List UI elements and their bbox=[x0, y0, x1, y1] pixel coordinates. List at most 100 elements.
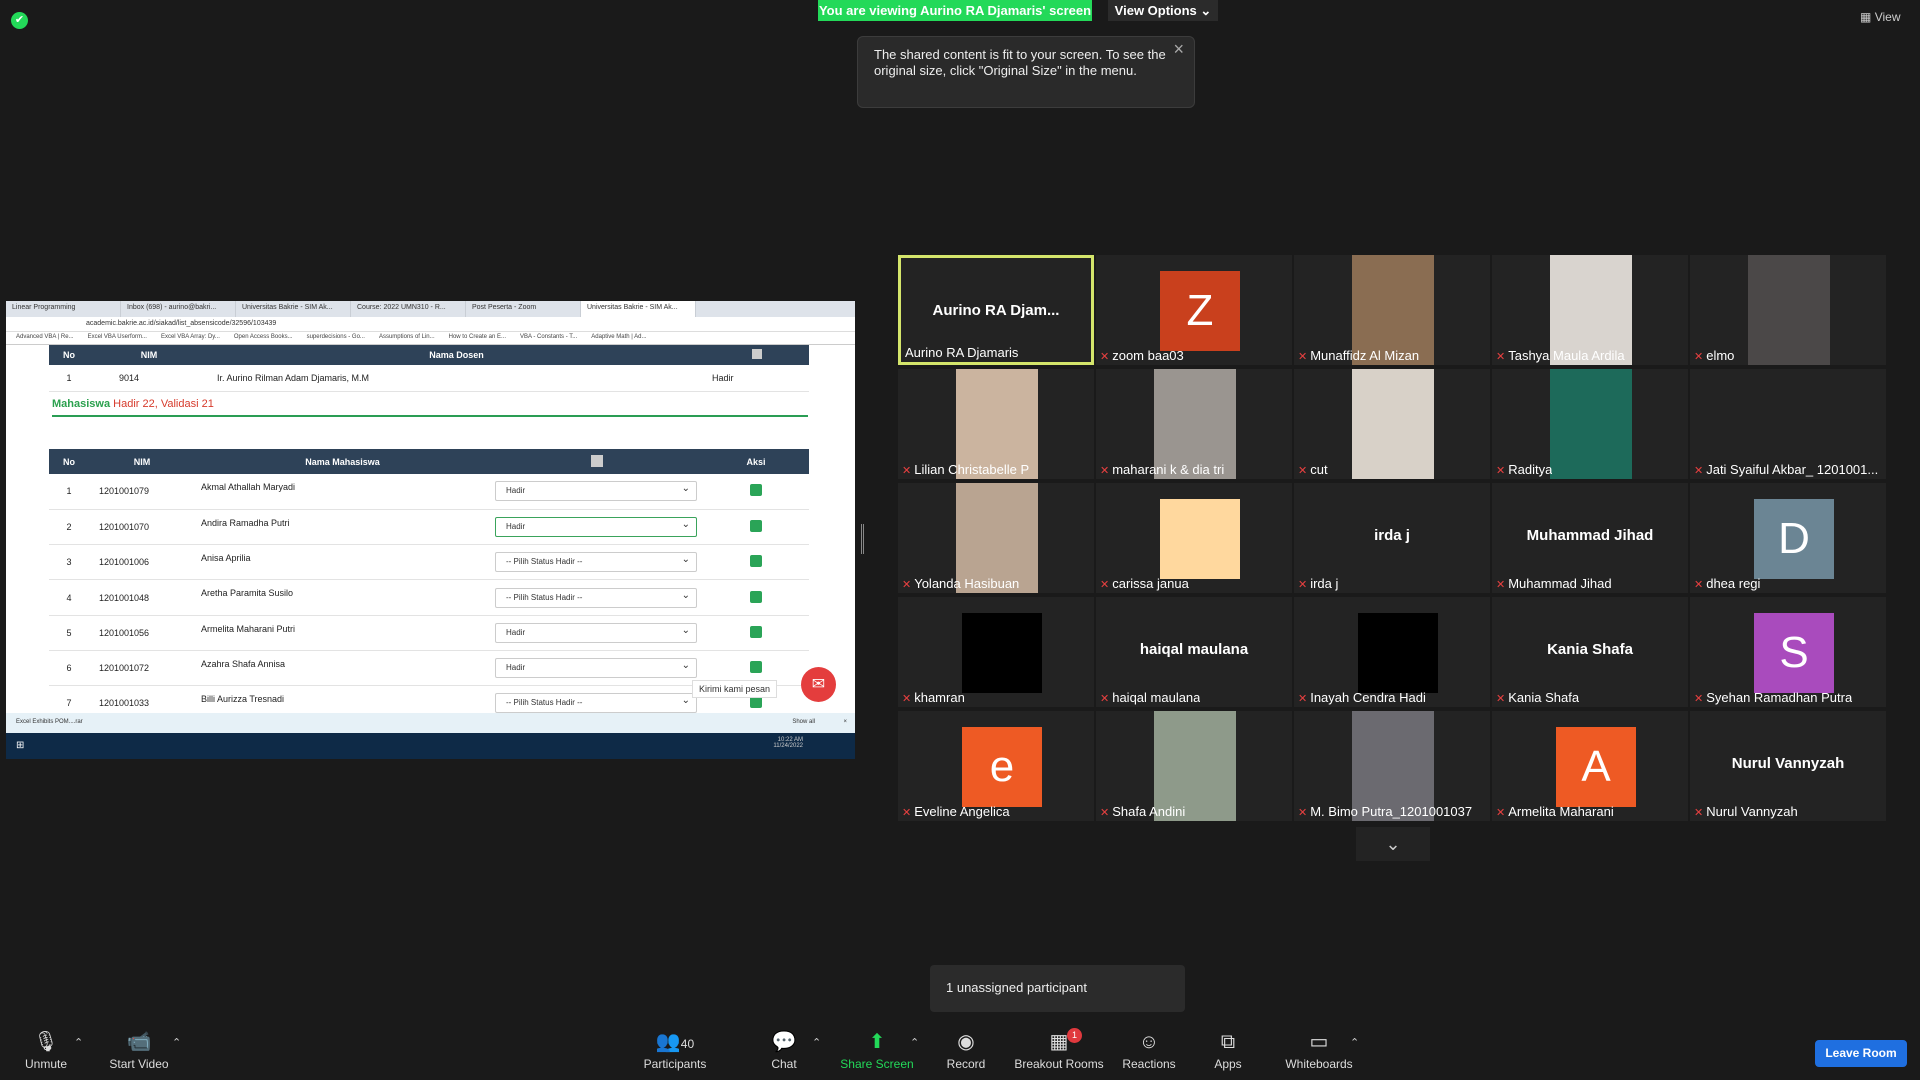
col-header-checkbox[interactable] bbox=[704, 345, 809, 365]
bookmark[interactable]: Assumptions of Lin... bbox=[379, 334, 435, 342]
save-icon[interactable] bbox=[750, 484, 762, 497]
status-select[interactable]: -- Pilih Status Hadir -- bbox=[495, 587, 697, 608]
participant-name: ✕ Syehan Ramadhan Putra bbox=[1694, 690, 1852, 705]
save-icon[interactable] bbox=[750, 590, 762, 603]
whiteboards-label: Whiteboards bbox=[1285, 1057, 1353, 1071]
cell: Hadir bbox=[704, 365, 809, 392]
col-header-checkbox[interactable] bbox=[490, 449, 703, 474]
participant-tile[interactable]: haiqal maulana ✕ haiqal maulana bbox=[1096, 597, 1292, 707]
participant-tile[interactable]: ✕ elmo bbox=[1690, 255, 1886, 365]
apps-button[interactable]: ⧉ Apps bbox=[1208, 1030, 1248, 1075]
view-button[interactable]: ▦ View bbox=[1860, 10, 1900, 24]
participant-tile[interactable]: ✕ Munaffidz Al Mizan bbox=[1294, 255, 1490, 365]
save-icon[interactable] bbox=[750, 696, 762, 709]
participant-tile[interactable]: ✕ M. Bimo Putra_1201001037 bbox=[1294, 711, 1490, 821]
status-select[interactable]: -- Pilih Status Hadir -- bbox=[495, 692, 697, 713]
participant-tile[interactable]: A ✕ Armelita Maharani bbox=[1492, 711, 1688, 821]
chat-button[interactable]: 💬 Chat bbox=[766, 1030, 802, 1075]
browser-tab[interactable]: Universitas Bakrie - SIM Ak... bbox=[236, 301, 351, 317]
status-select[interactable]: Hadir bbox=[495, 657, 697, 679]
participant-name: ✕ elmo bbox=[1694, 348, 1734, 363]
bookmark[interactable]: Adaptive Math | Ad... bbox=[591, 334, 646, 342]
start-video-button[interactable]: 📹 Start Video bbox=[104, 1030, 174, 1075]
splitter-handle[interactable] bbox=[861, 524, 864, 554]
table-row: 3 1201001006 Anisa Aprilia -- Pilih Stat… bbox=[49, 544, 809, 581]
participant-tile[interactable]: ✕ maharani k & dia tri bbox=[1096, 369, 1292, 479]
whiteboards-button[interactable]: ▭ Whiteboards bbox=[1280, 1030, 1358, 1075]
close-icon[interactable]: × bbox=[1173, 40, 1184, 58]
dosen-table: No NIM Nama Dosen 1 9014 Ir. Aurino Rilm… bbox=[49, 345, 809, 392]
participant-tile[interactable]: D ✕ dhea regi bbox=[1690, 483, 1886, 593]
status-select[interactable]: Hadir bbox=[495, 516, 697, 537]
browser-tab[interactable]: Post Peserta - Zoom bbox=[466, 301, 581, 317]
save-icon[interactable] bbox=[750, 519, 762, 532]
close-icon[interactable]: × bbox=[843, 719, 847, 725]
participant-tile[interactable]: ✕ Inayah Cendra Hadi bbox=[1294, 597, 1490, 707]
whiteboard-options-caret-icon[interactable]: ⌃ bbox=[1350, 1036, 1359, 1049]
participant-tile[interactable]: ✕ Lilian Christabelle P bbox=[898, 369, 1094, 479]
browser-tab[interactable]: Linear Programming bbox=[6, 301, 121, 317]
browser-tab[interactable]: Course: 2022 UMN310 - R... bbox=[351, 301, 466, 317]
chevron-down-icon[interactable]: ⌄ bbox=[1356, 827, 1430, 861]
status-select[interactable]: Hadir bbox=[495, 622, 697, 643]
col-header: Nama Mahasiswa bbox=[195, 449, 490, 474]
reactions-button[interactable]: ☺ Reactions bbox=[1120, 1030, 1178, 1075]
chat-options-caret-icon[interactable]: ⌃ bbox=[812, 1036, 821, 1049]
participant-name: ✕ Tashya Maula Ardila bbox=[1496, 348, 1625, 363]
participant-tile[interactable]: ✕ Jati Syaiful Akbar_ 1201001... bbox=[1690, 369, 1886, 479]
browser-tab-active[interactable]: Universitas Bakrie - SIM Ak... bbox=[581, 301, 696, 317]
participant-tile[interactable]: ✕ Tashya Maula Ardila bbox=[1492, 255, 1688, 365]
participant-tile[interactable]: Kania Shafa ✕ Kania Shafa bbox=[1492, 597, 1688, 707]
audio-options-caret-icon[interactable]: ⌃ bbox=[74, 1036, 83, 1049]
address-bar[interactable]: academic.bakrie.ac.id/siakad/list_absens… bbox=[6, 317, 855, 332]
participant-tile[interactable]: ✕ Raditya bbox=[1492, 369, 1688, 479]
participant-tile[interactable]: ✕ khamran bbox=[898, 597, 1094, 707]
share-screen-button[interactable]: ⬆ Share Screen bbox=[840, 1030, 914, 1075]
participant-video bbox=[1550, 369, 1632, 479]
bookmark[interactable]: Excel VBA Array: Dy... bbox=[161, 334, 220, 342]
participant-tile[interactable]: S ✕ Syehan Ramadhan Putra bbox=[1690, 597, 1886, 707]
bookmark[interactable]: VBA - Constants - T... bbox=[520, 334, 577, 342]
unmute-button[interactable]: 🎙 Unmute bbox=[18, 1030, 74, 1075]
participant-tile[interactable]: e ✕ Eveline Angelica bbox=[898, 711, 1094, 821]
download-item[interactable]: Excel Exhibits POM....rar bbox=[16, 719, 83, 725]
participant-avatar: S bbox=[1754, 613, 1834, 693]
save-icon[interactable] bbox=[750, 661, 762, 674]
video-options-caret-icon[interactable]: ⌃ bbox=[172, 1036, 181, 1049]
save-icon[interactable] bbox=[750, 625, 762, 638]
breakout-rooms-button[interactable]: ▦ 1 Breakout Rooms bbox=[1012, 1028, 1106, 1075]
browser-tab[interactable]: Inbox (698) - aurino@bakri... bbox=[121, 301, 236, 317]
bookmark[interactable]: Open Access Books... bbox=[234, 334, 293, 342]
bookmark[interactable]: superdecisions - Go... bbox=[307, 334, 365, 342]
show-all-link[interactable]: Show all bbox=[792, 719, 815, 725]
participant-tile[interactable]: Z ✕ zoom baa03 bbox=[1096, 255, 1292, 365]
bookmark[interactable]: Excel VBA Userform... bbox=[88, 334, 147, 342]
participant-tile[interactable]: ✕ cut bbox=[1294, 369, 1490, 479]
fit-screen-tooltip: The shared content is fit to your screen… bbox=[857, 36, 1195, 108]
participant-name: ✕ Shafa Andini bbox=[1100, 804, 1185, 819]
participant-name: ✕ Lilian Christabelle P bbox=[902, 462, 1029, 477]
leave-room-button[interactable]: Leave Room bbox=[1815, 1040, 1907, 1067]
participant-tile[interactable]: ✕ Shafa Andini bbox=[1096, 711, 1292, 821]
bookmark[interactable]: Advanced VBA | Re... bbox=[16, 334, 74, 342]
windows-start-icon[interactable]: ⊞ bbox=[16, 740, 24, 751]
participant-tile[interactable]: Nurul Vannyzah ✕ Nurul Vannyzah bbox=[1690, 711, 1886, 821]
participant-tile[interactable]: ✕ Yolanda Hasibuan bbox=[898, 483, 1094, 593]
participant-tile[interactable]: ✕ carissa janua bbox=[1096, 483, 1292, 593]
view-options-label: View Options bbox=[1114, 3, 1197, 18]
view-options-button[interactable]: View Options ⌄ bbox=[1108, 0, 1218, 21]
share-options-caret-icon[interactable]: ⌃ bbox=[910, 1036, 919, 1049]
participants-button[interactable]: 👥40 Participants bbox=[640, 1030, 710, 1075]
status-select[interactable]: Hadir bbox=[495, 480, 697, 502]
participant-tile[interactable]: irda j ✕ irda j bbox=[1294, 483, 1490, 593]
security-shield-icon[interactable]: ✔ bbox=[11, 12, 28, 29]
save-icon[interactable] bbox=[750, 555, 762, 568]
grid-view-icon: ▦ bbox=[1860, 10, 1872, 24]
bookmark[interactable]: How to Create an E... bbox=[449, 334, 506, 342]
participant-tile[interactable]: Aurino RA Djam... Aurino RA Djamaris bbox=[898, 255, 1094, 365]
record-button[interactable]: ◉ Record bbox=[944, 1030, 988, 1075]
chat-bubble-icon[interactable]: ✉ bbox=[801, 667, 836, 702]
status-select[interactable]: -- Pilih Status Hadir -- bbox=[495, 551, 697, 573]
clock-date: 11/24/2022 bbox=[773, 743, 803, 749]
participant-tile[interactable]: Muhammad Jihad ✕ Muhammad Jihad bbox=[1492, 483, 1688, 593]
